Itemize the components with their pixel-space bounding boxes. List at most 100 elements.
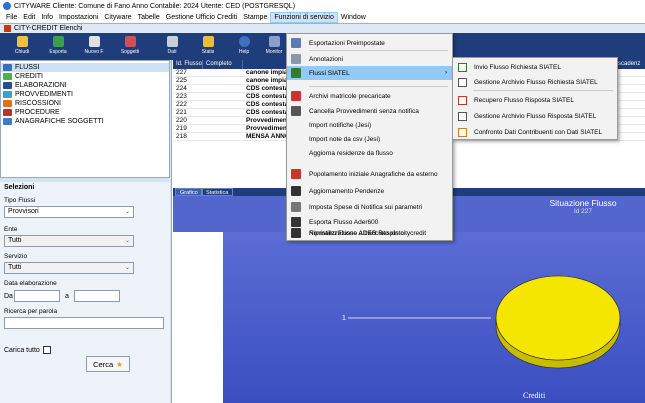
menu-file[interactable]: File xyxy=(3,12,20,23)
flussi-icon xyxy=(3,64,12,71)
nav-label: FLUSSI xyxy=(15,64,40,71)
cell-id: 224 xyxy=(176,85,187,92)
filters-panel: Selezioni Tipo Flussi Provvisori ⌄ Ente T… xyxy=(0,182,170,403)
nav-item-procedure[interactable]: PROCEDURE xyxy=(1,108,169,117)
tipo-flussi-label: Tipo Flussi xyxy=(4,197,36,204)
menu-item-aggiorna-residenze-da-flusso[interactable]: Aggiorna residenze da flusso xyxy=(287,146,452,160)
menu-item-label: Annotazioni xyxy=(309,55,343,63)
menu-info[interactable]: Info xyxy=(38,12,56,23)
cell-id: 225 xyxy=(176,77,187,84)
cell-id: 218 xyxy=(176,133,187,140)
soggetti-button[interactable]: Soggetti xyxy=(112,35,148,58)
nav-item-crediti[interactable]: CREDITI xyxy=(1,72,169,81)
title-bar: CITYWARE Cliente: Comune di Fano Anno Co… xyxy=(0,0,645,12)
menu-item-imposta-spese-di-notifica-sui-parametri[interactable]: Imposta Spese di Notifica sui parametri xyxy=(287,200,452,214)
menu-item-flussi-siatel[interactable]: Flussi SIATEL › xyxy=(287,66,452,80)
dati-button[interactable]: Dati xyxy=(154,35,190,58)
chart-footer-label: Crediti xyxy=(523,391,546,400)
menu-tabelle[interactable]: Tabelle xyxy=(135,12,163,23)
export-icon xyxy=(291,38,301,48)
send-icon xyxy=(458,62,467,72)
submenu-separator xyxy=(473,90,613,91)
submenu-item-confronto-dati-contribuenti-con-dati-siatel[interactable]: Confronto Dati Contribuenti con Dati SIA… xyxy=(453,124,617,140)
servizio-select[interactable]: Tutti ⌄ xyxy=(4,262,134,274)
esporta-label: Esporta xyxy=(49,49,67,55)
submenu-item-label: Gestione Archivio Flusso Richiesta SIATE… xyxy=(474,78,598,86)
nav-item-riscossioni[interactable]: RISCOSSIONI xyxy=(1,99,169,108)
nav-item-provvedimenti[interactable]: PROVVEDIMENTI xyxy=(1,90,169,99)
menu-item-annotazioni[interactable]: Annotazioni xyxy=(287,52,452,66)
menu-edit[interactable]: Edit xyxy=(20,12,38,23)
statis-label: Statis xyxy=(201,49,215,55)
submenu-item-invio-flusso-richiesta-siatel[interactable]: Invio Flusso Richiesta SIATEL xyxy=(453,59,617,75)
filters-title: Selezioni xyxy=(4,184,35,191)
submenu-item-label: Confronto Dati Contribuenti con Dati SIA… xyxy=(474,128,603,136)
nuovo-button[interactable]: Nuovo F xyxy=(76,35,112,58)
menu-item-import-notifiche-jesi[interactable]: Import notifiche (Jesi) xyxy=(287,118,452,132)
monitor-label: Monitor xyxy=(265,49,283,55)
document-title: CITY-CREDIT Elenchi xyxy=(14,25,83,32)
nav-item-elaborazioni[interactable]: ELABORAZIONI xyxy=(1,81,169,90)
statis-button[interactable]: Statis xyxy=(190,35,226,58)
menu-item-aggiornamento-pendenze[interactable]: Aggiornamento Pendenze xyxy=(287,184,452,198)
col-id-flusso[interactable]: Id. Flusso xyxy=(173,60,203,69)
blank-icon xyxy=(291,148,301,158)
submenu-item-recupero-flusso-risposta-siatel[interactable]: Recupero Flusso Risposta SIATEL xyxy=(453,92,617,108)
menu-item-normalizzazione-a-tracciato-xls-citycredit[interactable]: Normalizzazione a tracciato xls citycred… xyxy=(287,226,452,240)
da-label: Da xyxy=(4,292,13,300)
menu-item-import-note-da-csv-jesi[interactable]: Import note da csv (Jesi) xyxy=(287,132,452,146)
chiudi-button[interactable]: Chiudi xyxy=(4,35,40,58)
submenu-item-gestione-archivio-flusso-risposta-siatel[interactable]: Gestione Archivio Flusso Risposta SIATEL xyxy=(453,108,617,124)
crediti-icon xyxy=(3,73,12,80)
funzioni-di-servizio-menu: Esportazioni Preimpostate Annotazioni Flus… xyxy=(286,33,453,241)
cerca-label: Cerca xyxy=(93,359,114,369)
ricerca-input[interactable] xyxy=(4,317,164,329)
submenu-item-label: Invio Flusso Richiesta SIATEL xyxy=(474,63,561,71)
menu-item-cancella-provvedimenti-senza-notifica[interactable]: Cancella Provvedimenti senza notifica xyxy=(287,104,452,118)
menu-funzioni-di-servizio[interactable]: Funzioni di servizio xyxy=(270,12,338,23)
document-title-bar: CITY-CREDIT Elenchi xyxy=(0,23,645,33)
pie-slice[interactable] xyxy=(495,275,621,361)
window-title: CITYWARE Cliente: Comune di Fano Anno Co… xyxy=(14,2,296,10)
menu-gestione-ufficio-crediti[interactable]: Gestione Ufficio Crediti xyxy=(163,12,240,23)
menu-cityware[interactable]: Cityware xyxy=(101,12,134,23)
col-completo[interactable]: Completo xyxy=(203,60,243,69)
carica-tutto-checkbox[interactable] xyxy=(42,346,51,354)
tipo-flussi-value: Provvisori xyxy=(8,208,39,215)
cell-id: 222 xyxy=(176,101,187,108)
nav-label: PROCEDURE xyxy=(15,109,60,116)
menu-window[interactable]: Window xyxy=(338,12,369,23)
ricerca-label: Ricerca per parola xyxy=(4,308,58,315)
blank-icon xyxy=(291,134,301,144)
menu-item-esportazioni-preimpostate[interactable]: Esportazioni Preimpostate xyxy=(287,36,452,50)
people-icon xyxy=(124,36,136,47)
cell-id: 220 xyxy=(176,117,187,124)
menu-separator xyxy=(309,86,448,87)
chiudi-label: Chiudi xyxy=(14,49,30,55)
tab-statistica[interactable]: Statistica xyxy=(201,188,234,196)
data-da-input[interactable] xyxy=(14,290,60,302)
col-scadenza[interactable]: scadenz xyxy=(615,60,645,69)
ente-select[interactable]: Tutti ⌄ xyxy=(4,235,134,247)
submenu-item-gestione-archivio-flusso-richiesta-siatel[interactable]: Gestione Archivio Flusso Richiesta SIATE… xyxy=(453,74,617,90)
nav-label: RISCOSSIONI xyxy=(15,100,61,107)
menu-impostazioni[interactable]: Impostazioni xyxy=(56,12,101,23)
tipo-flussi-select[interactable]: Provvisori ⌄ xyxy=(4,206,134,218)
data-elaborazione-label: Data elaborazione xyxy=(4,280,57,287)
menu-item-label: Cancella Provvedimenti senza notifica xyxy=(309,107,419,115)
nav-item-anagrafiche-soggetti[interactable]: ANAGRAFICHE SOGGETTI xyxy=(1,117,169,126)
nav-item-flussi[interactable]: FLUSSI xyxy=(1,63,169,72)
menu-item-archivi-matricole-precaricate[interactable]: Archivi matricole precaricate xyxy=(287,89,452,103)
menu-stampe[interactable]: Stampe xyxy=(240,12,270,23)
search-icon: ★ xyxy=(116,359,123,369)
tab-grafico[interactable]: Grafico xyxy=(175,188,203,196)
menu-item-label: Popolamento iniziale Anagrafiche da este… xyxy=(309,170,438,178)
submenu-item-label: Recupero Flusso Risposta SIATEL xyxy=(474,96,574,104)
data-a-input[interactable] xyxy=(74,290,120,302)
esporta-button[interactable]: Esporta xyxy=(40,35,76,58)
nav-label: CREDITI xyxy=(15,73,43,80)
menu-item-popolamento-iniziale-anagrafiche-da-esterno[interactable]: Popolamento iniziale Anagrafiche da este… xyxy=(287,167,452,181)
new-icon xyxy=(88,36,100,47)
menu-item-label: Archivi matricole precaricate xyxy=(309,92,391,100)
cerca-button[interactable]: Cerca ★ xyxy=(86,356,130,372)
